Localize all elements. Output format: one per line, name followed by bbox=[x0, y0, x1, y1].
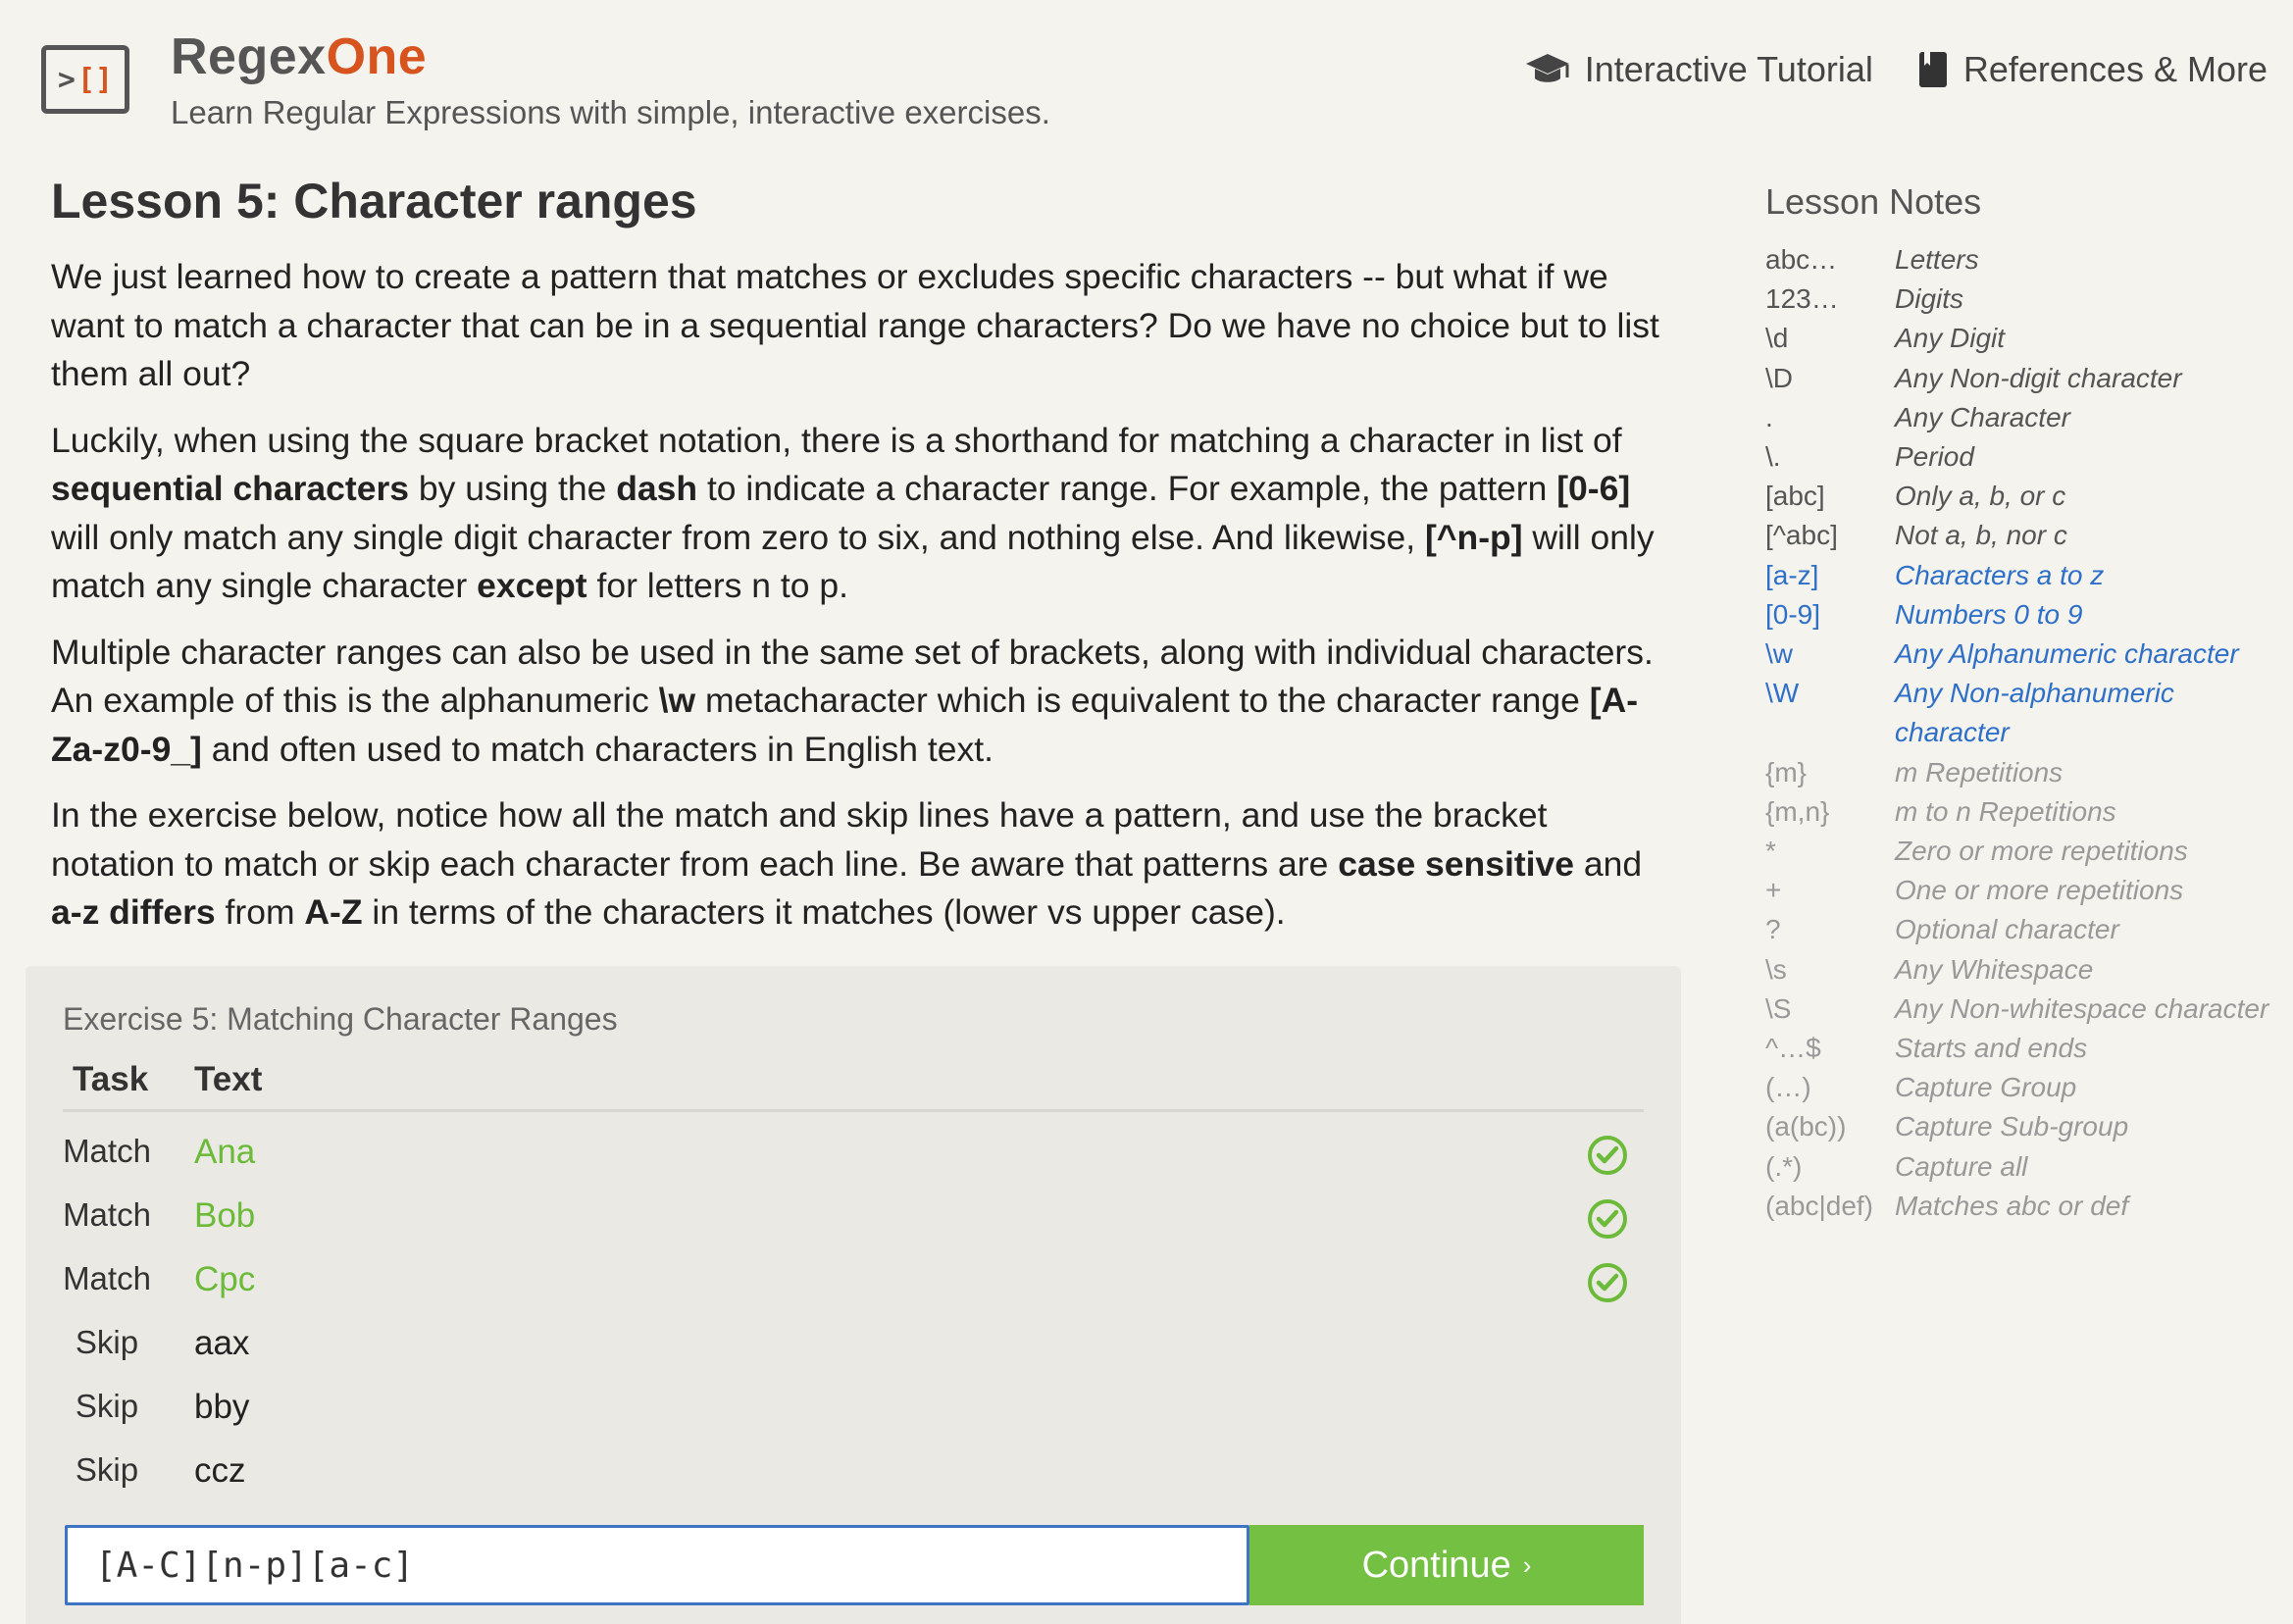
note-row: [0-9] Numbers 0 to 9 bbox=[1765, 598, 2083, 630]
note-row: (a(bc)) Capture Sub-group bbox=[1765, 1111, 2129, 1142]
note-row: \w Any Alphanumeric character bbox=[1765, 638, 2239, 670]
note-row: {m,n} m to n Repetitions bbox=[1765, 795, 2116, 827]
note-row: + One or more repetitions bbox=[1765, 875, 2184, 906]
nav-label: References & More bbox=[1962, 49, 2268, 89]
brand: RegexOne Learn Regular Expressions with … bbox=[171, 27, 1050, 131]
test-string: aax bbox=[194, 1324, 250, 1362]
graduation-cap-icon bbox=[1525, 54, 1569, 82]
test-string: Cpc bbox=[194, 1260, 256, 1298]
lesson-paragraph-4: In the exercise below, notice how all th… bbox=[51, 795, 1643, 932]
lesson-paragraph-3: Multiple character ranges can also be us… bbox=[51, 632, 1654, 769]
note-row: [a-z] Characters a to z bbox=[1765, 559, 2105, 590]
check-circle-icon bbox=[1588, 1199, 1627, 1239]
task-label: Match bbox=[63, 1196, 151, 1233]
regex-input[interactable] bbox=[65, 1525, 1249, 1605]
column-text: Text bbox=[194, 1060, 263, 1098]
table-row: Match Cpc bbox=[63, 1252, 1644, 1311]
lesson-content: Lesson 5: Character ranges We just learn… bbox=[51, 167, 1659, 938]
note-row: \s Any Whitespace bbox=[1765, 953, 2094, 985]
logo-icon[interactable]: >[] bbox=[41, 45, 129, 114]
table-row: Skip bby bbox=[63, 1380, 1644, 1439]
test-string: bby bbox=[194, 1388, 250, 1426]
exercise-title: Exercise 5: Matching Character Ranges bbox=[63, 1001, 618, 1037]
check-circle-icon bbox=[1588, 1136, 1627, 1175]
table-row: Skip ccz bbox=[63, 1444, 1644, 1502]
brand-name[interactable]: RegexOne bbox=[171, 27, 1050, 86]
check-circle-icon bbox=[1588, 1263, 1627, 1302]
column-task: Task bbox=[73, 1060, 149, 1098]
tagline: Learn Regular Expressions with simple, i… bbox=[171, 94, 1050, 130]
note-row: (.*) Capture all bbox=[1765, 1150, 2028, 1182]
test-string: ccz bbox=[194, 1451, 246, 1490]
note-row: abc… Letters bbox=[1765, 244, 1979, 275]
note-row: . Any Character bbox=[1765, 401, 2070, 432]
note-row: ? Optional character bbox=[1765, 914, 2119, 945]
book-icon bbox=[1918, 52, 1947, 87]
note-row: * Zero or more repetitions bbox=[1765, 836, 2188, 867]
exercise-table-header: Task Text bbox=[63, 1060, 1644, 1112]
nav-label: Interactive Tutorial bbox=[1584, 49, 1873, 89]
lesson-paragraph-2: Luckily, when using the square bracket n… bbox=[51, 420, 1655, 606]
top-nav: Interactive Tutorial References & More bbox=[1524, 49, 2268, 90]
lesson-title: Lesson 5: Character ranges bbox=[51, 174, 697, 228]
table-row: Match Bob bbox=[63, 1189, 1644, 1247]
task-label: Match bbox=[63, 1133, 151, 1169]
lesson-paragraph-1: We just learned how to create a pattern … bbox=[51, 257, 1659, 393]
note-row: (abc|def) Matches abc or def bbox=[1765, 1190, 2129, 1221]
note-row: (…) Capture Group bbox=[1765, 1072, 2077, 1103]
note-row: [abc] Only a, b, or c bbox=[1765, 481, 2066, 512]
task-label: Skip bbox=[75, 1451, 139, 1488]
note-row: ^…$ Starts and ends bbox=[1765, 1033, 2088, 1064]
note-row: \. Period bbox=[1765, 441, 1974, 473]
nav-interactive-tutorial[interactable]: Interactive Tutorial bbox=[1524, 49, 1873, 90]
note-row: \D Any Non-digit character bbox=[1765, 362, 2182, 393]
test-string: Bob bbox=[194, 1196, 256, 1235]
table-row: Match Ana bbox=[63, 1125, 1644, 1184]
lesson-notes: Lesson Notes abc… Letters 123… Digits \d An… bbox=[1765, 181, 2285, 1226]
lesson-notes-title: Lesson Notes bbox=[1765, 181, 1982, 222]
note-row: 123… Digits bbox=[1765, 283, 1964, 315]
note-row: {m} m Repetitions bbox=[1765, 756, 2064, 787]
note-row: \S Any Non-whitespace character bbox=[1765, 992, 2269, 1024]
note-row: [^abc] Not a, b, nor c bbox=[1765, 520, 2067, 551]
chevron-right-icon: › bbox=[1522, 1549, 1532, 1580]
header: >[] RegexOne Learn Regular Expressions w… bbox=[41, 27, 2268, 135]
task-label: Skip bbox=[75, 1324, 139, 1360]
continue-label: Continue bbox=[1361, 1544, 1511, 1586]
task-label: Match bbox=[63, 1260, 151, 1296]
note-row: \W Any Non-alphanumeric character bbox=[1765, 678, 2174, 748]
exercise-panel: Exercise 5: Matching Character Ranges Ta… bbox=[25, 966, 1681, 1624]
note-row: \d Any Digit bbox=[1765, 323, 2006, 354]
nav-references[interactable]: References & More bbox=[1916, 49, 2268, 90]
task-label: Skip bbox=[75, 1388, 139, 1424]
continue-button[interactable]: Continue › bbox=[1249, 1525, 1644, 1605]
table-row: Skip aax bbox=[63, 1316, 1644, 1375]
test-string: Ana bbox=[194, 1133, 256, 1171]
